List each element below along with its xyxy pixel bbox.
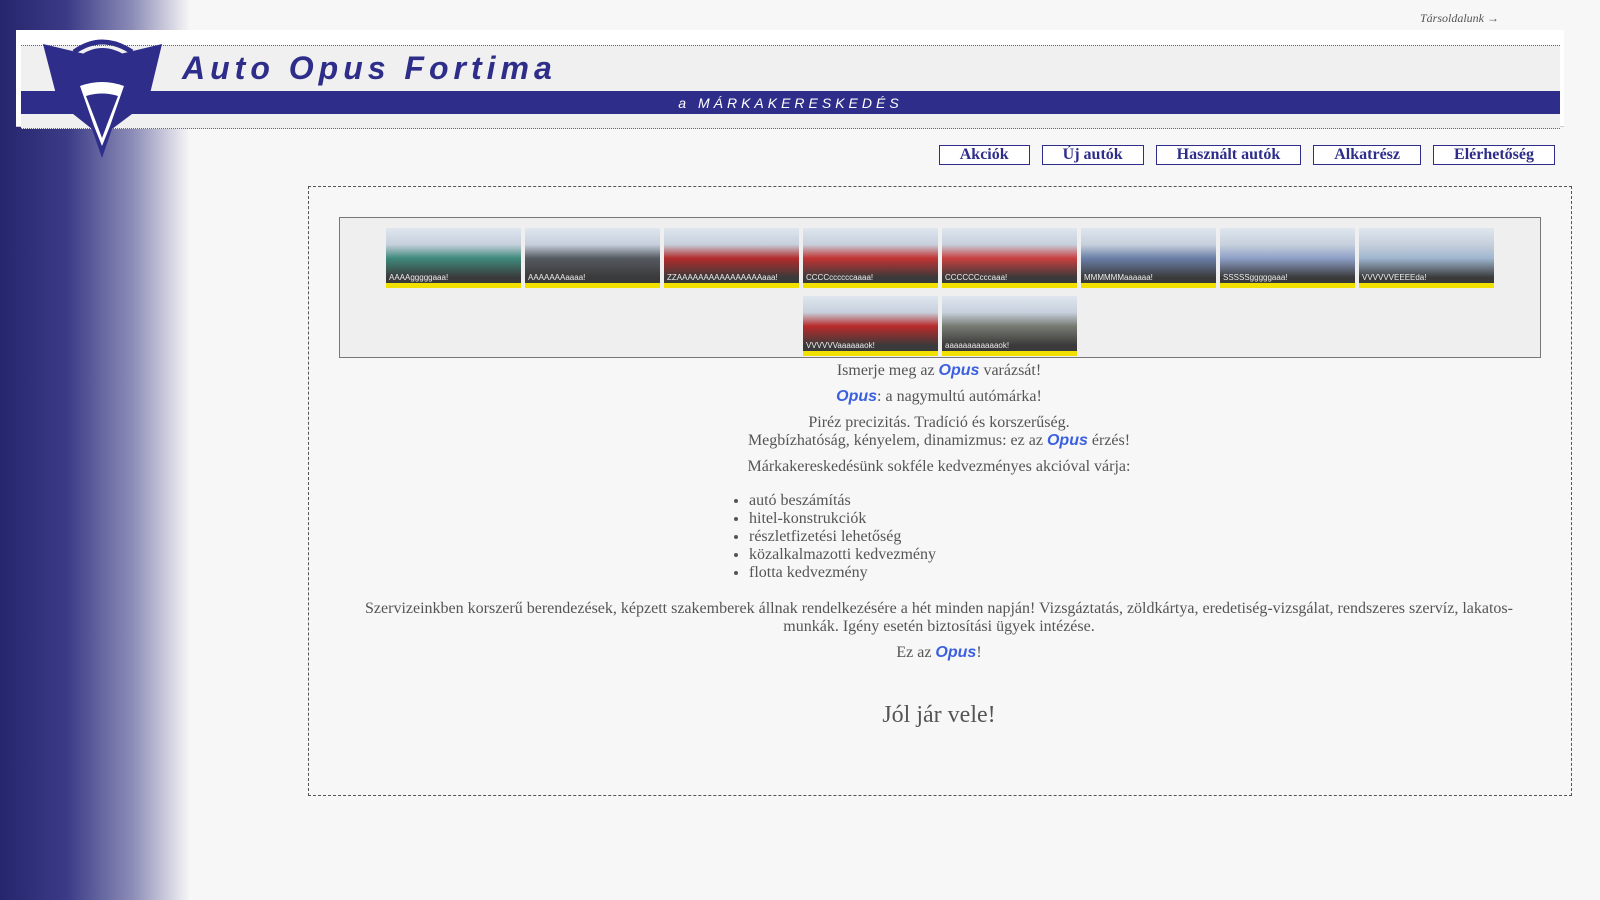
nav-hasznalt-autok[interactable]: Használt autók xyxy=(1155,145,1302,165)
nav-akciok[interactable]: Akciók xyxy=(938,145,1030,165)
thumbnail-caption: AAAAAAAaaaa! xyxy=(528,273,586,282)
intro-line-3: Piréz precizitás. Tradíció és korszerűsé… xyxy=(747,414,1131,449)
list-item: hitel-konstrukciók xyxy=(749,510,979,528)
site-title: Auto Opus Fortima xyxy=(182,50,557,86)
car-thumbnail[interactable]: MMMMMMaaaaaa! xyxy=(1081,228,1216,288)
car-thumbnail[interactable]: VVVVVVaaaaaaok! xyxy=(803,296,938,356)
nav-uj-autok[interactable]: Új autók xyxy=(1041,145,1144,165)
partner-site-link[interactable]: Társoldalunk → xyxy=(1420,11,1499,26)
nav-elerhetoseg[interactable]: Elérhetőség xyxy=(1433,145,1555,165)
car-thumbnail[interactable]: AAAAgggggaaa! xyxy=(386,228,521,288)
list-item: flotta kedvezmény xyxy=(749,564,979,582)
car-thumbnail[interactable]: CCCCccccccaaaa! xyxy=(803,228,938,288)
intro-line-2: Opus: a nagymultú autómárka! xyxy=(836,388,1042,405)
thumbnail-caption: CCCCccccccaaaa! xyxy=(806,273,874,282)
car-thumbnail[interactable]: SSSSSgggggaaa! xyxy=(1220,228,1355,288)
intro-line-5: Márkakereskedésünk sokféle kedvezményes … xyxy=(747,458,1131,475)
car-thumbnail[interactable]: AAAAAAAaaaa! xyxy=(525,228,660,288)
tagline-bar: a MÁRKAKERESKEDÉS xyxy=(21,91,1560,114)
closing-line: Ez az Opus! xyxy=(896,644,982,661)
thumbnail-caption: MMMMMMaaaaaa! xyxy=(1084,273,1153,282)
car-thumbnail[interactable]: aaaaaaaaaaaaok! xyxy=(942,296,1077,356)
thumbnail-caption: VVVVVVaaaaaaok! xyxy=(806,341,875,350)
thumbnail-caption: VVVVVVEEEEda! xyxy=(1362,273,1427,282)
main-nav: Akciók Új autók Használt autók Alkatrész… xyxy=(938,145,1555,165)
nav-alkatresz[interactable]: Alkatrész xyxy=(1313,145,1422,165)
car-gallery: AAAAgggggaaa! AAAAAAAaaaa! ZZAAAAAAAAAAAAA… xyxy=(339,217,1541,358)
car-thumbnail[interactable]: CCCCCCcccaaa! xyxy=(942,228,1077,288)
car-thumbnail[interactable]: ZZAAAAAAAAAAAAAAAAaaa! xyxy=(664,228,799,288)
motto: Jól jár vele! xyxy=(882,702,996,728)
brand-logo-icon[interactable] xyxy=(40,34,165,159)
list-item: autó beszámítás xyxy=(749,492,979,510)
list-item: közalkalmazotti kedvezmény xyxy=(749,546,979,564)
gallery-row-1: AAAAgggggaaa! AAAAAAAaaaa! ZZAAAAAAAAAAAAA… xyxy=(340,228,1540,288)
thumbnail-caption: AAAAgggggaaa! xyxy=(389,273,449,282)
gallery-row-2: VVVVVVaaaaaaok! aaaaaaaaaaaaok! xyxy=(340,296,1540,356)
main-content: AAAAgggggaaa! AAAAAAAaaaa! ZZAAAAAAAAAAAAA… xyxy=(308,186,1572,796)
list-item: részletfizetési lehetőség xyxy=(749,528,979,546)
intro-line-1: Ismerje meg az Opus varázsát! xyxy=(836,362,1042,379)
thumbnail-caption: CCCCCCcccaaa! xyxy=(945,273,1008,282)
thumbnail-caption: ZZAAAAAAAAAAAAAAAAaaa! xyxy=(667,273,778,282)
thumbnail-caption: aaaaaaaaaaaaok! xyxy=(945,341,1010,350)
thumbnail-caption: SSSSSgggggaaa! xyxy=(1223,273,1288,282)
intro-text: Ismerje meg az Opus varázsát! Opus: a na… xyxy=(339,362,1539,729)
benefits-list: autó beszámítás hitel-konstrukciók részl… xyxy=(729,492,979,582)
tagline: a MÁRKAKERESKEDÉS xyxy=(678,95,903,111)
car-thumbnail[interactable]: VVVVVVEEEEda! xyxy=(1359,228,1494,288)
service-text: Szervizeinkben korszerű berendezések, ké… xyxy=(365,600,1513,635)
